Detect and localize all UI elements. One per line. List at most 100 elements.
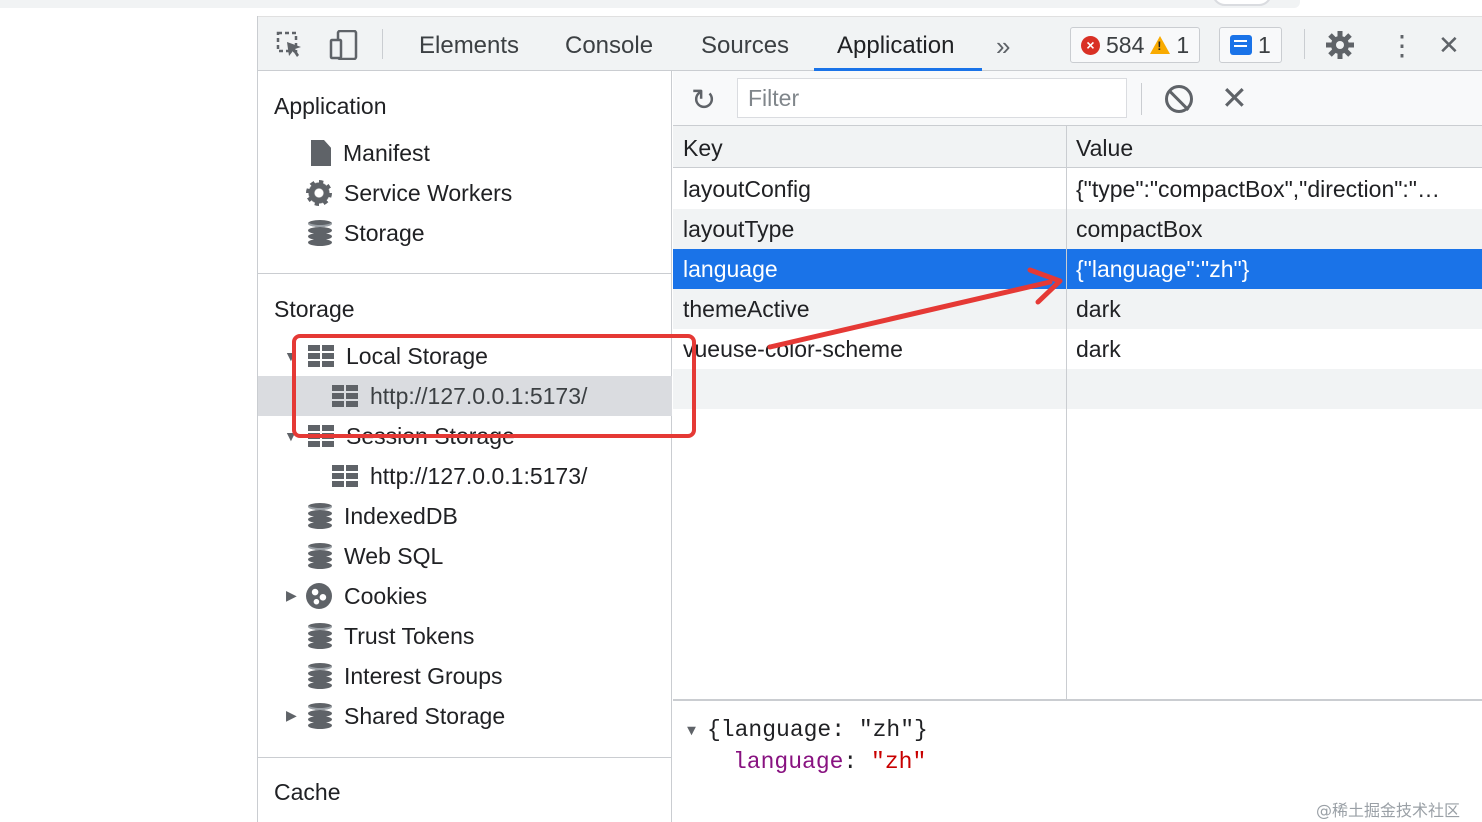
expand-arrow-icon[interactable]: ▼ — [284, 428, 298, 444]
sidebar-item-label: Manifest — [343, 139, 430, 166]
page-pill — [1212, 0, 1272, 6]
table-row[interactable]: layoutType compactBox — [673, 209, 1482, 249]
issues-counter[interactable]: × 584 1 — [1070, 27, 1201, 63]
sidebar-item-label: Session Storage — [346, 422, 515, 449]
sidebar-item-label: Storage — [344, 219, 425, 246]
sidebar-item-web-sql[interactable]: Web SQL — [308, 536, 443, 576]
toolbar-divider — [1141, 83, 1142, 115]
row-value: compactBox — [1076, 216, 1203, 242]
sidebar-item-manifest[interactable]: Manifest — [308, 133, 430, 173]
row-key: layoutConfig — [683, 176, 811, 202]
row-key: themeActive — [683, 296, 810, 322]
devtools-tabbar: Elements Console Sources Application » ×… — [258, 16, 1482, 71]
sidebar-item-label: Trust Tokens — [344, 622, 475, 649]
table-row[interactable]: vueuse-color-scheme dark — [673, 329, 1482, 369]
table-header: Key Value — [673, 126, 1482, 168]
storage-panel: ↻ ✕ Key Value layoutConfig {"type":"comp… — [673, 71, 1482, 822]
page-edge — [0, 0, 1300, 8]
preview-property-key: language — [733, 749, 844, 775]
warning-icon — [1150, 36, 1171, 54]
tab-console[interactable]: Console — [565, 17, 653, 72]
expand-arrow-icon[interactable]: ▼ — [284, 348, 298, 364]
sidebar-divider — [258, 273, 672, 274]
row-value: dark — [1076, 296, 1121, 322]
error-icon: × — [1081, 35, 1100, 55]
table-row-selected[interactable]: language {"language":"zh"} — [673, 249, 1482, 289]
browser-top-strip — [0, 0, 1482, 16]
tab-application[interactable]: Application — [837, 17, 954, 72]
sidebar-item-label: Interest Groups — [344, 662, 503, 689]
database-icon — [308, 623, 332, 649]
settings-gear-icon[interactable] — [1324, 29, 1356, 61]
sidebar-item-storage-overview[interactable]: Storage — [308, 213, 425, 253]
more-options-icon[interactable]: ⋮ — [1388, 17, 1416, 72]
sidebar-item-label: Web SQL — [344, 542, 444, 569]
delete-selected-icon[interactable]: ✕ — [1221, 79, 1248, 117]
sidebar-item-session-storage[interactable]: Session Storage — [308, 416, 515, 456]
clear-all-icon[interactable] — [1165, 85, 1193, 113]
warning-count: 1 — [1176, 31, 1190, 58]
column-header-key[interactable]: Key — [683, 135, 723, 162]
table-row[interactable]: themeActive dark — [673, 289, 1482, 329]
row-value: {"language":"zh"} — [1076, 256, 1250, 282]
close-devtools-icon[interactable]: ✕ — [1438, 17, 1460, 72]
sidebar-item-shared-storage[interactable]: Shared Storage — [308, 696, 505, 736]
database-icon — [308, 543, 332, 569]
message-count: 1 — [1258, 31, 1271, 58]
database-icon — [308, 703, 332, 729]
tab-sources[interactable]: Sources — [701, 17, 789, 72]
collapse-arrow-icon[interactable]: ▶ — [286, 587, 297, 604]
sidebar-item-label: Local Storage — [346, 342, 488, 369]
watermark: @稀土掘金技术社区 — [1315, 801, 1460, 820]
sidebar-item-service-workers[interactable]: Service Workers — [306, 173, 512, 213]
preview-property: language: "zh" — [733, 749, 926, 775]
devtools-window: Elements Console Sources Application » ×… — [258, 16, 1482, 822]
preview-property-value: "zh" — [871, 749, 927, 775]
tab-elements[interactable]: Elements — [419, 17, 519, 72]
sidebar-item-interest-groups[interactable]: Interest Groups — [308, 656, 503, 696]
sidebar-item-trust-tokens[interactable]: Trust Tokens — [308, 616, 474, 656]
error-count: 584 — [1106, 31, 1145, 58]
sidebar-item-cookies[interactable]: Cookies — [306, 576, 427, 616]
application-sidebar: Application Manifest Service Workers Sto… — [258, 71, 672, 822]
document-icon — [311, 140, 331, 166]
value-preview: ▼ {language: "zh"} language: "zh" @稀土掘金技… — [673, 703, 1482, 822]
expand-arrow-icon[interactable]: ▼ — [687, 723, 696, 740]
sidebar-item-session-storage-origin[interactable]: http://127.0.0.1:5173/ — [332, 456, 587, 496]
database-icon — [308, 663, 332, 689]
sidebar-item-local-storage-origin[interactable]: http://127.0.0.1:5173/ — [332, 376, 587, 416]
inspected-page-area — [0, 16, 258, 822]
table-row[interactable]: layoutConfig {"type":"compactBox","direc… — [673, 169, 1482, 209]
sidebar-item-label: IndexedDB — [344, 502, 458, 529]
column-header-value[interactable]: Value — [1076, 135, 1133, 162]
table-icon — [308, 425, 334, 447]
sidebar-item-label: Service Workers — [344, 179, 513, 206]
row-key: vueuse-color-scheme — [683, 336, 903, 362]
sidebar-section-application: Application — [274, 93, 387, 119]
table-icon — [308, 345, 334, 367]
message-icon — [1230, 35, 1252, 55]
sidebar-item-label: Shared Storage — [344, 702, 506, 729]
gear-icon — [306, 180, 332, 206]
sidebar-section-storage: Storage — [274, 296, 355, 322]
sidebar-section-cache: Cache — [274, 779, 341, 805]
filter-input[interactable] — [737, 78, 1127, 118]
device-toolbar-icon[interactable] — [328, 29, 360, 61]
row-key: language — [683, 256, 778, 282]
sidebar-item-label: http://127.0.0.1:5173/ — [370, 382, 588, 409]
more-tabs-icon[interactable]: » — [996, 31, 1010, 62]
sidebar-item-local-storage[interactable]: Local Storage — [308, 336, 488, 376]
toolbar-divider — [1304, 29, 1305, 59]
sidebar-divider — [258, 757, 672, 758]
messages-counter[interactable]: 1 — [1219, 27, 1282, 63]
preview-summary: {language: "zh"} — [707, 717, 928, 743]
inspect-element-icon[interactable] — [274, 29, 306, 61]
storage-table: Key Value layoutConfig {"type":"compactB… — [673, 126, 1482, 701]
collapse-arrow-icon[interactable]: ▶ — [286, 707, 297, 724]
row-value: dark — [1076, 336, 1121, 362]
row-key: layoutType — [683, 216, 795, 242]
sidebar-item-indexeddb[interactable]: IndexedDB — [308, 496, 458, 536]
refresh-icon[interactable]: ↻ — [691, 83, 716, 118]
column-divider[interactable] — [1066, 126, 1067, 699]
toolbar-divider — [382, 29, 383, 59]
